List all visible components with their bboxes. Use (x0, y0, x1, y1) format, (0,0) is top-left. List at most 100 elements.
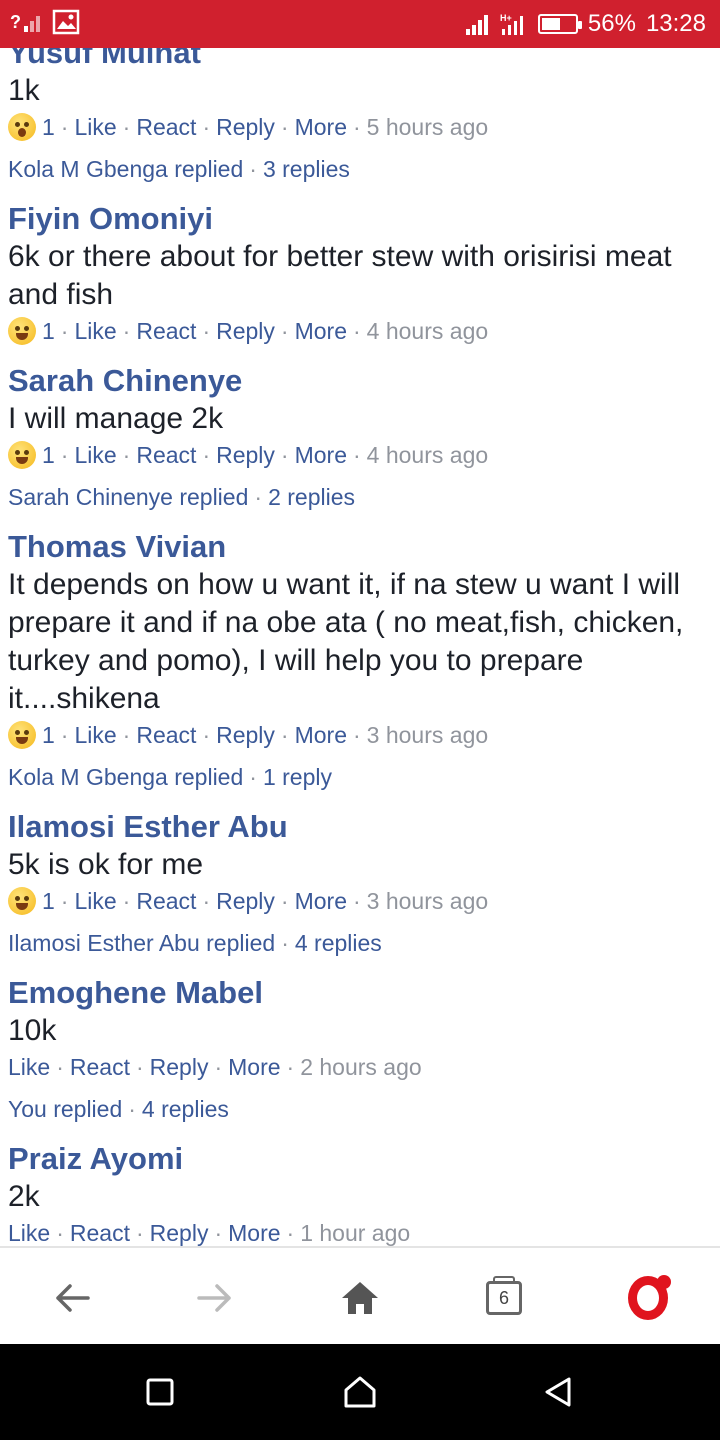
react-link[interactable]: React (70, 1216, 130, 1246)
clock: 13:28 (645, 10, 706, 37)
comment-author[interactable]: Emoghene Mabel (8, 974, 708, 1012)
back-triangle-icon[interactable] (538, 1372, 578, 1412)
opera-menu-icon[interactable] (618, 1268, 678, 1328)
comment-item: Ilamosi Esther Abu 5k is ok for me 1 · L… (8, 808, 708, 960)
replies-link[interactable]: Ilamosi Esther Abu replied · 4 replies (8, 926, 708, 960)
signal-icon (465, 13, 488, 35)
more-link[interactable]: More (228, 1216, 280, 1246)
replies-by[interactable]: Kola M Gbenga replied (8, 764, 243, 790)
comment-time: 1 hour ago (300, 1220, 411, 1246)
reply-link[interactable]: Reply (150, 1050, 209, 1084)
haha-emoji-icon[interactable] (8, 887, 36, 915)
home-circle-icon[interactable] (340, 1372, 380, 1412)
more-link[interactable]: More (295, 884, 347, 918)
react-link[interactable]: React (136, 884, 196, 918)
reply-link[interactable]: Reply (216, 110, 275, 144)
comment-author[interactable]: Praiz Ayomi (8, 1140, 708, 1178)
data-signal-icon: H+ (500, 13, 523, 35)
reply-link[interactable]: Reply (216, 314, 275, 348)
react-link[interactable]: React (136, 314, 196, 348)
comment-text: 2k (8, 1180, 40, 1213)
comment-actions: 1 · Like · React · Reply · More · 4 hour… (8, 438, 708, 472)
comments-area[interactable]: Yusuf Muinat 1k 1 · Like · React · Reply… (0, 48, 720, 1246)
comment-text: I will manage 2k (8, 402, 224, 435)
comment-author[interactable]: Yusuf Muinat (8, 48, 708, 72)
reaction-count[interactable]: 1 (42, 314, 55, 348)
more-link[interactable]: More (295, 110, 347, 144)
svg-text:?: ? (10, 12, 21, 32)
haha-emoji-icon[interactable] (8, 721, 36, 749)
comment-author[interactable]: Ilamosi Esther Abu (8, 808, 708, 846)
react-link[interactable]: React (136, 110, 196, 144)
reaction-count[interactable]: 1 (42, 438, 55, 472)
comment-item: Praiz Ayomi 2k Like · React · Reply · Mo… (8, 1140, 708, 1246)
reply-link[interactable]: Reply (216, 884, 275, 918)
comment-time: 2 hours ago (300, 1054, 422, 1080)
like-link[interactable]: Like (8, 1050, 50, 1084)
replies-by[interactable]: You replied (8, 1096, 122, 1122)
status-right: H+ 56% 13:28 (465, 0, 706, 48)
system-nav-bar (0, 1344, 720, 1440)
more-link[interactable]: More (228, 1050, 280, 1084)
comment-text: 5k is ok for me (8, 848, 204, 881)
replies-count[interactable]: 2 replies (268, 484, 355, 510)
tab-count[interactable]: 6 (486, 1276, 522, 1315)
like-link[interactable]: Like (8, 1216, 50, 1246)
react-link[interactable]: React (136, 438, 196, 472)
replies-by[interactable]: Kola M Gbenga replied (8, 156, 243, 182)
more-link[interactable]: More (295, 718, 347, 752)
comment-time: 3 hours ago (366, 722, 489, 748)
replies-link[interactable]: Kola M Gbenga replied · 3 replies (8, 152, 708, 186)
wow-emoji-icon[interactable] (8, 113, 36, 141)
reaction-count[interactable]: 1 (42, 110, 55, 144)
forward-arrow-icon[interactable] (185, 1268, 245, 1328)
replies-link[interactable]: Sarah Chinenye replied · 2 replies (8, 480, 708, 514)
comment-item: Thomas Vivian It depends on how u want i… (8, 528, 708, 794)
haha-emoji-icon[interactable] (8, 317, 36, 345)
reaction-count[interactable]: 1 (42, 718, 55, 752)
replies-count[interactable]: 4 replies (142, 1096, 229, 1122)
comment-author[interactable]: Thomas Vivian (8, 528, 708, 566)
more-link[interactable]: More (295, 314, 347, 348)
like-link[interactable]: Like (74, 884, 116, 918)
home-icon[interactable] (330, 1268, 390, 1328)
like-link[interactable]: Like (74, 718, 116, 752)
comment-item: Yusuf Muinat 1k 1 · Like · React · Reply… (8, 48, 708, 186)
more-link[interactable]: More (295, 438, 347, 472)
like-link[interactable]: Like (74, 438, 116, 472)
comment-author[interactable]: Fiyin Omoniyi (8, 200, 708, 238)
comment-author[interactable]: Sarah Chinenye (8, 362, 708, 400)
comment-actions: Like · React · Reply · More · 1 hour ago (8, 1216, 708, 1246)
comment-time: 5 hours ago (366, 114, 489, 140)
comment-text: It depends on how u want it, if na stew … (8, 568, 684, 715)
recents-square-icon[interactable] (140, 1372, 180, 1412)
replies-link[interactable]: Kola M Gbenga replied · 1 reply (8, 760, 708, 794)
like-link[interactable]: Like (74, 314, 116, 348)
replies-count[interactable]: 3 replies (263, 156, 350, 182)
replies-by[interactable]: Sarah Chinenye replied (8, 484, 248, 510)
replies-count[interactable]: 1 reply (263, 764, 332, 790)
reaction-count[interactable]: 1 (42, 884, 55, 918)
comment-time: 4 hours ago (366, 442, 489, 468)
react-link[interactable]: React (136, 718, 196, 752)
replies-link[interactable]: You replied · 4 replies (8, 1092, 708, 1126)
comment-text: 6k or there about for better stew with o… (8, 240, 672, 311)
svg-text:H+: H+ (500, 13, 512, 23)
reply-link[interactable]: Reply (216, 718, 275, 752)
replies-count[interactable]: 4 replies (295, 930, 382, 956)
haha-emoji-icon[interactable] (8, 441, 36, 469)
unknown-signal-icon: ? (10, 12, 40, 32)
comment-list: Yusuf Muinat 1k 1 · Like · React · Reply… (8, 48, 708, 1246)
comment-actions: Like · React · Reply · More · 2 hours ag… (8, 1050, 708, 1084)
comment-item: Fiyin Omoniyi 6k or there about for bett… (8, 200, 708, 348)
reply-link[interactable]: Reply (150, 1216, 209, 1246)
comment-time: 3 hours ago (366, 888, 489, 914)
status-left: ? (10, 8, 80, 36)
back-arrow-icon[interactable] (42, 1268, 102, 1328)
reply-link[interactable]: Reply (216, 438, 275, 472)
react-link[interactable]: React (70, 1050, 130, 1084)
replies-by[interactable]: Ilamosi Esther Abu replied (8, 930, 275, 956)
like-link[interactable]: Like (74, 110, 116, 144)
comment-item: Sarah Chinenye I will manage 2k 1 · Like… (8, 362, 708, 514)
tabs-icon[interactable]: 6 (474, 1268, 534, 1328)
